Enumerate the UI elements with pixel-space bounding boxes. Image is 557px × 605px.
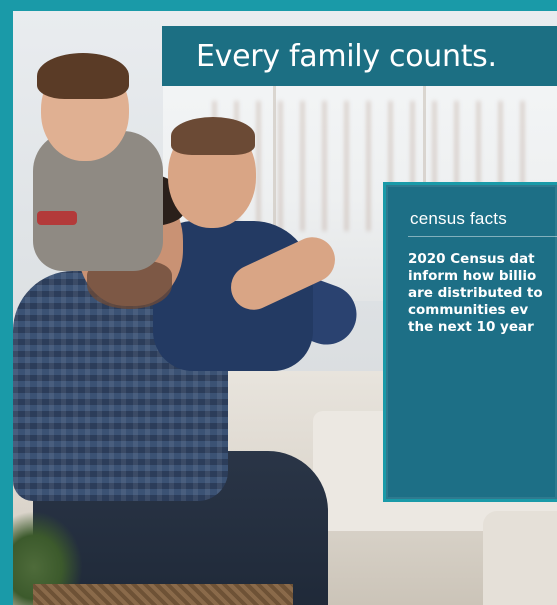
younger-child-hair — [171, 117, 255, 155]
wicker-basket — [33, 584, 293, 605]
headline-text: Every family counts. — [196, 38, 497, 74]
ad-frame: Every family counts. census facts 2020 C… — [0, 0, 557, 605]
census-facts-label: census facts — [410, 209, 507, 228]
census-facts-box: census facts 2020 Census dat inform how … — [383, 182, 557, 502]
sofa-arm — [483, 511, 557, 605]
headline-banner: Every family counts. — [162, 26, 557, 86]
census-facts-text: 2020 Census dat inform how billio are di… — [408, 251, 543, 335]
facts-divider — [408, 236, 557, 237]
older-child-sleeve-stripe — [37, 211, 77, 225]
older-child-hair — [37, 53, 129, 99]
